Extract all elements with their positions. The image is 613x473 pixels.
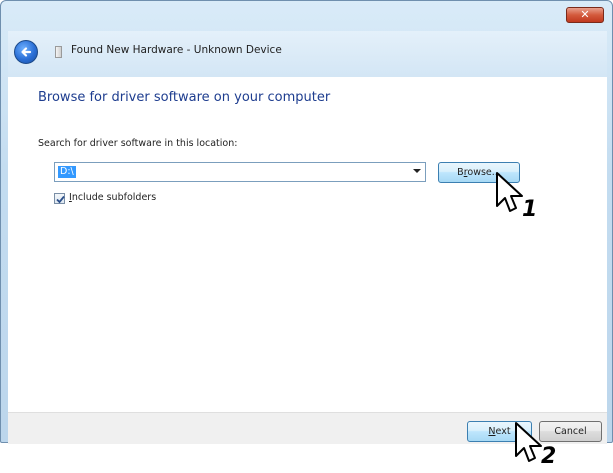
include-subfolders-checkbox[interactable] xyxy=(54,193,65,204)
checkmark-icon xyxy=(56,195,65,204)
callout-step-2: 2 xyxy=(541,444,557,469)
pointer-cursor-icon xyxy=(515,422,542,462)
callout-step-1: 1 xyxy=(522,197,538,222)
back-button[interactable] xyxy=(14,40,38,64)
hardware-icon xyxy=(55,46,62,58)
back-arrow-icon xyxy=(21,47,32,57)
close-button[interactable]: ✕ xyxy=(566,7,604,23)
header-bar: Found New Hardware - Unknown Device xyxy=(8,31,607,77)
pointer-cursor-icon xyxy=(496,172,523,212)
cancel-button[interactable]: Cancel xyxy=(539,421,602,442)
content-area: Browse for driver software on your compu… xyxy=(8,77,607,412)
location-combobox[interactable]: D:\ xyxy=(54,162,426,182)
page-heading: Browse for driver software on your compu… xyxy=(38,90,331,105)
include-subfolders-label[interactable]: Include subfolders xyxy=(69,192,156,203)
chevron-down-icon[interactable] xyxy=(413,169,421,173)
window-title: Found New Hardware - Unknown Device xyxy=(71,44,282,56)
search-location-label: Search for driver software in this locat… xyxy=(38,138,238,149)
location-value[interactable]: D:\ xyxy=(58,166,76,178)
